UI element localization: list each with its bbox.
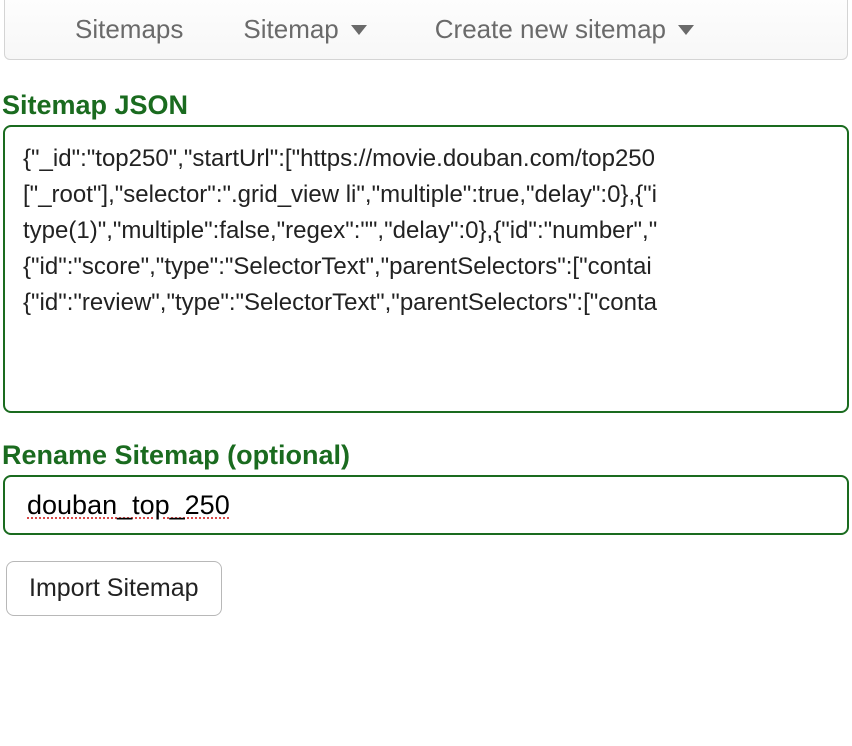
sitemap-json-textarea[interactable]: [3, 125, 849, 413]
rename-sitemap-label: Rename Sitemap (optional): [0, 440, 852, 471]
caret-down-icon: [678, 25, 694, 35]
nav-create-new-label: Create new sitemap: [435, 14, 666, 45]
nav-bar: Sitemaps Sitemap Create new sitemap: [4, 0, 848, 60]
section-sitemap-json: Sitemap JSON: [0, 90, 852, 418]
import-sitemap-button[interactable]: Import Sitemap: [6, 561, 222, 616]
nav-sitemaps-label: Sitemaps: [75, 14, 183, 45]
caret-down-icon: [351, 25, 367, 35]
nav-sitemap-dropdown[interactable]: Sitemap: [243, 14, 374, 45]
section-rename-sitemap: Rename Sitemap (optional): [0, 440, 852, 535]
nav-sitemaps[interactable]: Sitemaps: [75, 14, 183, 45]
nav-create-new-dropdown[interactable]: Create new sitemap: [435, 14, 702, 45]
rename-sitemap-input[interactable]: [3, 475, 849, 535]
nav-sitemap-label: Sitemap: [243, 14, 338, 45]
sitemap-json-label: Sitemap JSON: [0, 90, 852, 121]
